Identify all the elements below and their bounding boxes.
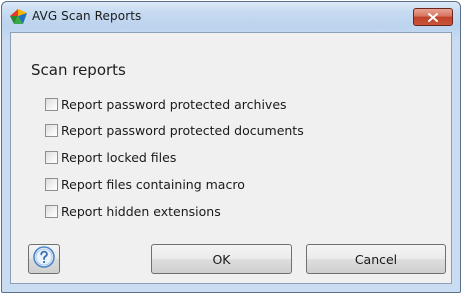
window-title: AVG Scan Reports: [32, 9, 142, 23]
cancel-button[interactable]: Cancel: [306, 244, 446, 274]
close-icon: [428, 12, 438, 22]
option-report-locked-files[interactable]: Report locked files: [45, 149, 176, 165]
option-label: Report password protected archives: [61, 96, 287, 112]
page-title: Scan reports: [31, 61, 126, 79]
avg-logo-icon: [10, 9, 27, 24]
option-label: Report password protected documents: [61, 122, 304, 138]
help-icon: [32, 245, 56, 273]
option-label: Report hidden extensions: [61, 203, 221, 219]
help-button[interactable]: [28, 244, 60, 274]
option-report-password-protected-archives[interactable]: Report password protected archives: [45, 96, 287, 112]
option-label: Report files containing macro: [61, 176, 245, 192]
option-report-password-protected-documents[interactable]: Report password protected documents: [45, 122, 304, 138]
option-label: Report locked files: [61, 149, 177, 165]
checkbox[interactable]: [45, 177, 58, 191]
option-report-files-containing-macro[interactable]: Report files containing macro: [45, 176, 245, 192]
checkbox[interactable]: [45, 123, 58, 137]
option-report-hidden-extensions[interactable]: Report hidden extensions: [45, 203, 221, 219]
checkbox[interactable]: [45, 204, 58, 218]
title-bar[interactable]: AVG Scan Reports: [2, 2, 460, 32]
checkbox[interactable]: [45, 97, 58, 111]
close-button[interactable]: [413, 8, 453, 26]
checkbox[interactable]: [45, 150, 58, 164]
ok-button[interactable]: OK: [151, 244, 292, 274]
